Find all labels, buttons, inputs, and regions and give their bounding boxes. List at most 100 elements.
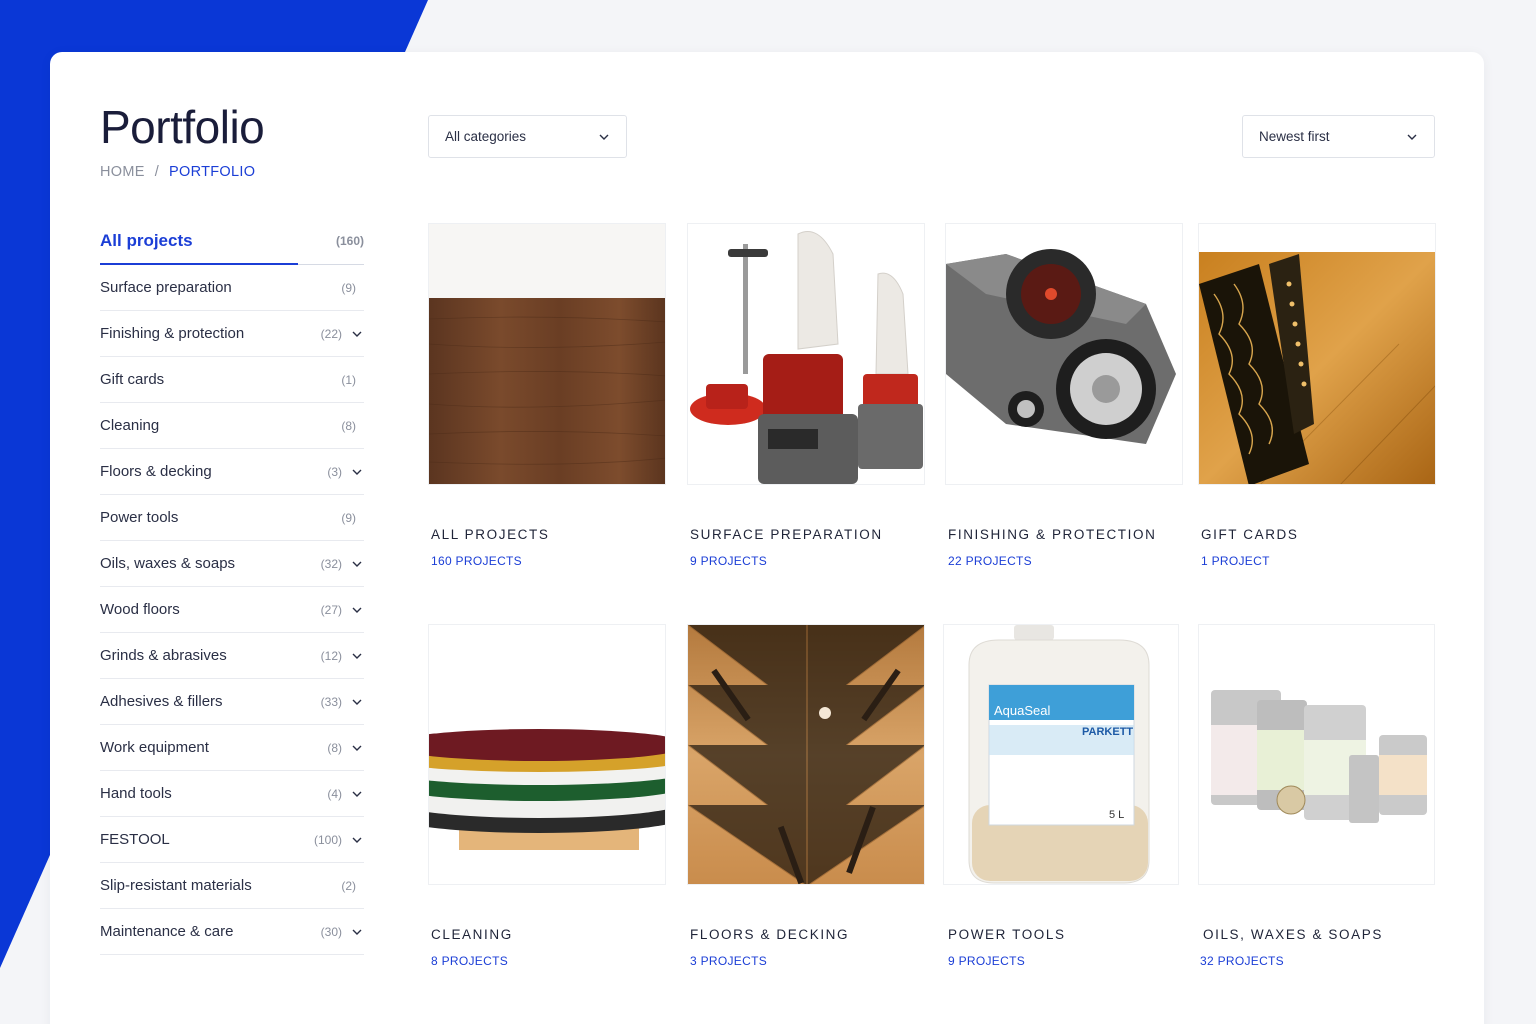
sidebar-item-label: Slip-resistant materials bbox=[100, 877, 252, 894]
sidebar-item-label: Work equipment bbox=[100, 739, 209, 756]
tile-image: AquaSeal PARKETT 5 L bbox=[943, 624, 1179, 885]
sidebar-item-grinds-abrasives[interactable]: Grinds & abrasives (12) bbox=[100, 633, 364, 679]
chevron-down-icon[interactable] bbox=[350, 465, 364, 479]
chevron-down-icon[interactable] bbox=[350, 603, 364, 617]
breadcrumb-home[interactable]: HOME bbox=[100, 164, 145, 180]
sidebar-item-count: (9) bbox=[341, 510, 356, 525]
chevron-down-icon bbox=[599, 134, 609, 140]
category-select-value: All categories bbox=[445, 129, 527, 144]
page-title: Portfolio bbox=[100, 101, 265, 153]
chevron-down-icon bbox=[1407, 134, 1417, 140]
sidebar-item-meta: (12) bbox=[321, 649, 364, 663]
floor-sander-machines-image bbox=[688, 224, 924, 484]
category-sidebar: All projects (160) Surface preparation (9) F… bbox=[100, 218, 364, 955]
chevron-down-icon[interactable] bbox=[350, 649, 364, 663]
sidebar-item-meta: (33) bbox=[321, 695, 364, 709]
tile-floors-decking[interactable]: FLOORS & DECKING 3 PROJECTS bbox=[687, 624, 925, 968]
chevron-down-icon[interactable] bbox=[350, 327, 364, 341]
paint-cans-image bbox=[1199, 625, 1434, 884]
tile-all-projects[interactable]: ALL PROJECTS 160 PROJECTS bbox=[428, 223, 666, 568]
tile-title: GIFT CARDS bbox=[1201, 527, 1299, 542]
sidebar-item-label: Power tools bbox=[100, 509, 179, 526]
tile-title: FLOORS & DECKING bbox=[690, 927, 850, 942]
breadcrumb-separator: / bbox=[154, 164, 160, 180]
sidebar-item-gift-cards[interactable]: Gift cards (1) bbox=[100, 357, 364, 403]
sidebar-item-count: (100) bbox=[313, 832, 342, 847]
tile-image bbox=[945, 223, 1183, 485]
tile-title: POWER TOOLS bbox=[948, 927, 1066, 942]
sort-select[interactable]: Newest first bbox=[1242, 115, 1435, 158]
sidebar-item-meta: (32) bbox=[321, 557, 364, 571]
tile-cleaning[interactable]: CLEANING 8 PROJECTS bbox=[428, 624, 666, 968]
sidebar-item-meta: (8) bbox=[341, 419, 364, 433]
sidebar-item-hand-tools[interactable]: Hand tools (4) bbox=[100, 771, 364, 817]
sidebar-item-cleaning[interactable]: Cleaning (8) bbox=[100, 403, 364, 449]
tile-image bbox=[1198, 223, 1436, 485]
sidebar-item-maintenance-care[interactable]: Maintenance & care (30) bbox=[100, 909, 364, 955]
tile-count: 3 PROJECTS bbox=[690, 954, 768, 968]
sidebar-item-label: Grinds & abrasives bbox=[100, 647, 227, 664]
sidebar-item-count: (160) bbox=[335, 234, 364, 248]
sidebar-item-finishing-protection[interactable]: Finishing & protection (22) bbox=[100, 311, 364, 357]
tile-image bbox=[687, 624, 925, 885]
tile-count: 32 PROJECTS bbox=[1200, 954, 1284, 968]
sidebar-item-label: All projects bbox=[100, 231, 193, 250]
category-select[interactable]: All categories bbox=[428, 115, 627, 158]
sidebar-item-power-tools[interactable]: Power tools (9) bbox=[100, 495, 364, 541]
chevron-down-icon[interactable] bbox=[350, 557, 364, 571]
tile-image bbox=[428, 223, 666, 485]
sidebar-item-meta: (8) bbox=[327, 741, 364, 755]
sidebar-item-meta: (160) bbox=[336, 234, 364, 248]
tile-count: 22 PROJECTS bbox=[948, 554, 1032, 568]
sidebar-item-adhesives-fillers[interactable]: Adhesives & fillers (33) bbox=[100, 679, 364, 725]
sidebar-item-count: (4) bbox=[327, 786, 342, 801]
chevron-down-icon[interactable] bbox=[350, 787, 364, 801]
sidebar-item-meta: (100) bbox=[314, 833, 364, 847]
sidebar-item-label: Floors & decking bbox=[100, 463, 212, 480]
sidebar-item-meta: (1) bbox=[341, 373, 364, 387]
sidebar-item-slip-resistant-materials[interactable]: Slip-resistant materials (2) bbox=[100, 863, 364, 909]
sidebar-item-floors-decking[interactable]: Floors & decking (3) bbox=[100, 449, 364, 495]
tile-image bbox=[687, 223, 925, 485]
canister-volume: 5 L bbox=[1109, 809, 1124, 821]
sidebar-item-label: Finishing & protection bbox=[100, 325, 245, 342]
sidebar-item-count: (27) bbox=[320, 602, 342, 617]
sidebar-item-meta: (22) bbox=[321, 327, 364, 341]
sidebar-item-label: Wood floors bbox=[100, 601, 180, 618]
tile-title: ALL PROJECTS bbox=[431, 527, 550, 542]
sidebar-item-wood-floors[interactable]: Wood floors (27) bbox=[100, 587, 364, 633]
sidebar-item-count: (9) bbox=[341, 280, 356, 295]
sidebar-item-surface-preparation[interactable]: Surface preparation (9) bbox=[100, 265, 364, 311]
tile-title: OILS, WAXES & SOAPS bbox=[1203, 927, 1383, 942]
sidebar-item-meta: (27) bbox=[321, 603, 364, 617]
sidebar-item-count: (12) bbox=[320, 648, 342, 663]
sidebar-item-all-projects[interactable]: All projects (160) bbox=[100, 218, 364, 265]
sidebar-item-meta: (4) bbox=[327, 787, 364, 801]
breadcrumb: HOME / PORTFOLIO bbox=[100, 164, 255, 180]
sort-select-value: Newest first bbox=[1259, 129, 1330, 144]
tile-surface-preparation[interactable]: SURFACE PREPARATION 9 PROJECTS bbox=[687, 223, 925, 568]
sidebar-item-count: (3) bbox=[327, 464, 342, 479]
canister-image: AquaSeal PARKETT 5 L bbox=[944, 625, 1178, 884]
tile-title: SURFACE PREPARATION bbox=[690, 527, 883, 542]
tile-oils-waxes-soaps[interactable]: OILS, WAXES & SOAPS 32 PROJECTS bbox=[1198, 624, 1435, 968]
tile-gift-cards[interactable]: GIFT CARDS 1 PROJECT bbox=[1198, 223, 1436, 568]
ornate-card-on-floor-image bbox=[1199, 224, 1435, 484]
chevron-down-icon[interactable] bbox=[350, 925, 364, 939]
chevron-down-icon[interactable] bbox=[350, 741, 364, 755]
tile-finishing-protection[interactable]: FINISHING & PROTECTION 22 PROJECTS bbox=[945, 223, 1183, 568]
sidebar-item-oils-waxes-soaps[interactable]: Oils, waxes & soaps (32) bbox=[100, 541, 364, 587]
breadcrumb-current: PORTFOLIO bbox=[169, 164, 256, 180]
tile-power-tools[interactable]: AquaSeal PARKETT 5 L POWER TOOLS 9 PROJE… bbox=[943, 624, 1179, 968]
parquet-floor-image bbox=[688, 625, 924, 884]
wood-veneer-image bbox=[429, 224, 665, 484]
chevron-down-icon[interactable] bbox=[350, 833, 364, 847]
sidebar-item-work-equipment[interactable]: Work equipment (8) bbox=[100, 725, 364, 771]
sidebar-item-meta: (9) bbox=[341, 281, 364, 295]
stacked-pads-image bbox=[429, 625, 665, 884]
sidebar-item-count: (2) bbox=[341, 878, 356, 893]
sidebar-item-label: FESTOOL bbox=[100, 831, 170, 848]
sidebar-item-festool[interactable]: FESTOOL (100) bbox=[100, 817, 364, 863]
chevron-down-icon[interactable] bbox=[350, 695, 364, 709]
sidebar-item-meta: (3) bbox=[327, 465, 364, 479]
